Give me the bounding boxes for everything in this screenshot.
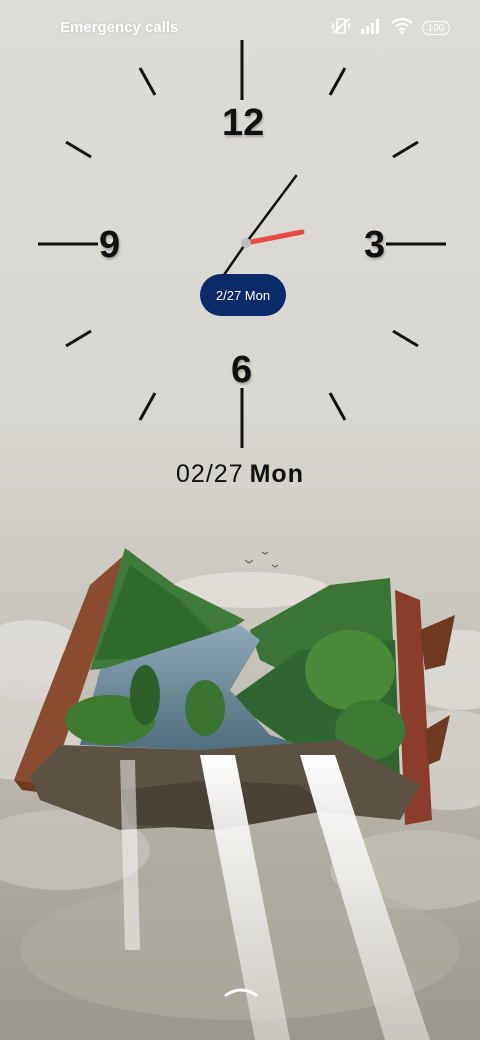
day-text: Mon [249,460,304,488]
clock-center [241,238,251,248]
hour-mark-10 [65,140,92,159]
date-text: 02/27 [176,460,244,488]
hour-mark-2 [392,140,419,159]
chevron-up-icon[interactable] [224,985,258,997]
hour-mark-1 [328,67,347,96]
numeral-6: 6 [231,349,253,391]
hour-mark-11 [138,67,157,96]
numeral-9: 9 [99,224,121,266]
date-line: 02/27 Mon [0,460,480,489]
hour-mark-8 [65,329,92,348]
wallpaper-illustration [0,490,480,1040]
date-pill: 2/27 Mon [200,274,286,316]
analog-clock [38,40,446,448]
numeral-3: 3 [364,224,386,266]
numeral-12: 12 [222,102,265,144]
hour-mark-5 [328,392,347,421]
hour-mark-7 [138,392,157,421]
hour-mark-4 [392,329,419,348]
